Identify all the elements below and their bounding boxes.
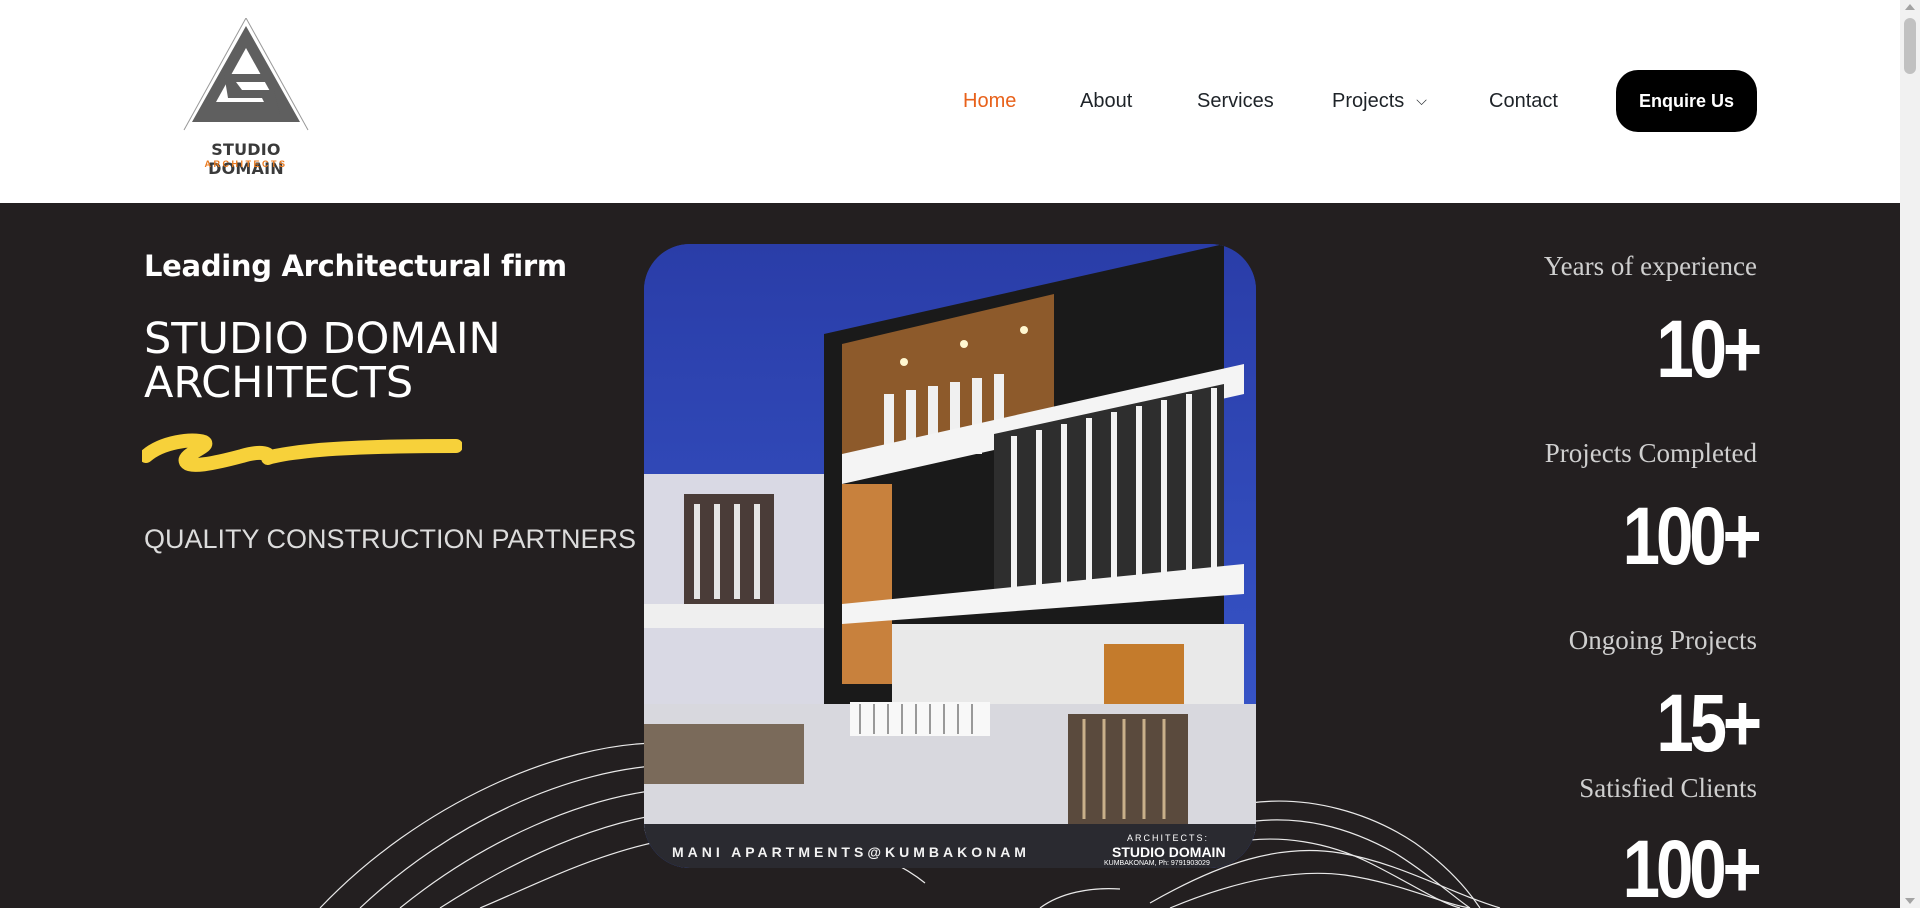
stat-label-projects-completed: Projects Completed (1544, 438, 1757, 468)
hero-section: Leading Architectural firm STUDIO DOMAIN… (0, 203, 1900, 908)
photo-caption: MANI APARTMENTS@KUMBAKONAM (672, 844, 1030, 860)
stat-label-years: Years of experience (1543, 251, 1757, 281)
nav-projects[interactable]: Projects ⌵ (1332, 90, 1427, 113)
site-header: STUDIO DOMAIN ARCHITECTS Home About Serv… (0, 0, 1900, 203)
nav-services[interactable]: Services (1197, 90, 1274, 113)
stat-label-ongoing: Ongoing Projects (1568, 625, 1757, 655)
hero-tagline: Leading Architectural firm (144, 249, 567, 283)
chevron-down-icon: ⌵ (1416, 92, 1427, 108)
nav-projects-label: Projects (1332, 90, 1405, 112)
stat-value-ongoing: 15+ (1656, 678, 1762, 769)
yellow-squiggle-decoration (142, 433, 462, 472)
stat-label-clients: Satisfied Clients (1579, 773, 1757, 803)
photo-credit-label: ARCHITECTS: (1127, 833, 1210, 843)
scroll-up-arrow-icon[interactable] (1905, 4, 1915, 10)
page-scrollbar[interactable] (1900, 0, 1920, 908)
photo-credit-contact: KUMBAKONAM, Ph: 9791903029 (1104, 860, 1210, 867)
hero-firm-name: STUDIO DOMAIN ARCHITECTS (144, 317, 564, 405)
nav-home[interactable]: Home (963, 90, 1016, 113)
nav-contact[interactable]: Contact (1489, 90, 1558, 113)
scroll-down-arrow-icon[interactable] (1905, 898, 1915, 904)
firm-name-line1: STUDIO DOMAIN (144, 314, 501, 364)
enquire-us-button[interactable]: Enquire Us (1616, 70, 1757, 132)
photo-credit-name: STUDIO DOMAIN (1112, 844, 1226, 860)
stat-value-years: 10+ (1656, 304, 1762, 395)
stat-value-clients: 100+ (1622, 824, 1762, 908)
hero-subheading: QUALITY CONSTRUCTION PARTNERS (144, 524, 637, 554)
building-illustration (644, 244, 1256, 868)
firm-name-line2: ARCHITECTS (144, 358, 414, 408)
nav-about[interactable]: About (1080, 90, 1132, 113)
project-photo: MANI APARTMENTS@KUMBAKONAM ARCHITECTS: S… (644, 244, 1256, 868)
main-nav: Home About Services Projects ⌵ Contact (0, 0, 1900, 203)
stat-value-projects-completed: 100+ (1622, 491, 1762, 582)
scrollbar-thumb[interactable] (1904, 18, 1916, 74)
